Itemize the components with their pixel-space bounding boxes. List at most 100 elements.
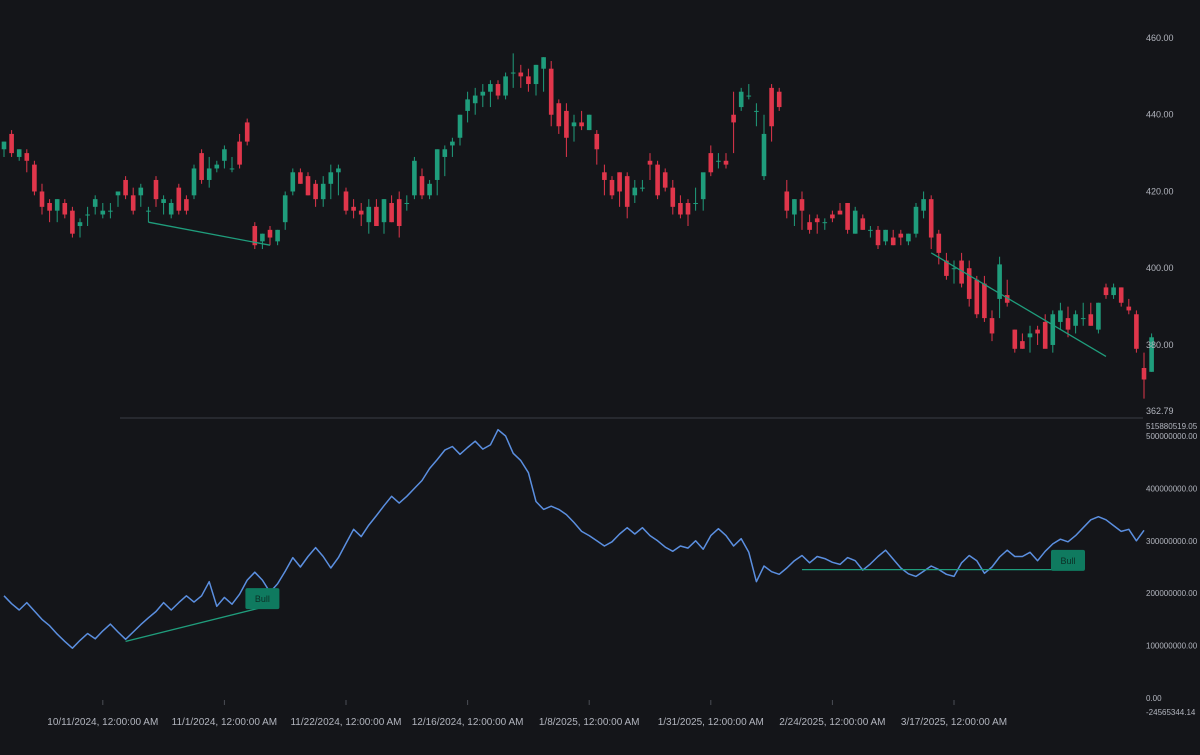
candle-body bbox=[298, 172, 303, 184]
candle-body bbox=[966, 268, 972, 299]
candle-body bbox=[913, 206, 919, 234]
price-tick-label: 380.00 bbox=[1146, 340, 1174, 350]
candle-body bbox=[206, 168, 212, 180]
candle-body bbox=[1134, 314, 1139, 349]
candle-body bbox=[290, 172, 296, 192]
candle-body bbox=[275, 229, 280, 242]
candle bbox=[913, 202, 919, 238]
candle-body bbox=[70, 210, 75, 234]
bull-badge-label: Bull bbox=[255, 594, 270, 604]
time-tick-label: 1/31/2025, 12:00:00 AM bbox=[658, 717, 764, 728]
candle-body bbox=[336, 168, 341, 173]
bull-badge-label: Bull bbox=[1060, 556, 1075, 566]
candle-body bbox=[92, 199, 98, 207]
candle-body bbox=[868, 229, 873, 231]
candle-body bbox=[260, 233, 265, 242]
chart-svg[interactable]: Bull Bull 460.00 440.00 420.00 400.00 380.00 3… bbox=[0, 0, 1200, 750]
candle-body bbox=[32, 164, 37, 192]
candle-body bbox=[199, 153, 204, 180]
candle-body bbox=[358, 210, 364, 215]
candle-body bbox=[305, 176, 311, 196]
candle-body bbox=[503, 76, 508, 96]
chart-container[interactable]: Bull Bull 460.00 440.00 420.00 400.00 380.00 3… bbox=[0, 0, 1200, 750]
time-tick-label: 11/1/2024, 12:00:00 AM bbox=[172, 717, 277, 728]
candle-body bbox=[579, 122, 584, 127]
candle-body bbox=[526, 76, 531, 85]
candle-body bbox=[746, 95, 752, 97]
candle-body bbox=[472, 95, 478, 104]
candle bbox=[503, 72, 508, 100]
candle bbox=[252, 222, 258, 250]
candle-body bbox=[427, 183, 432, 196]
price-tick-label: 460.00 bbox=[1146, 33, 1174, 43]
candle-body bbox=[495, 84, 501, 96]
candle-body bbox=[564, 110, 569, 138]
candle-body bbox=[1111, 287, 1116, 296]
candle-body bbox=[313, 183, 318, 200]
candle bbox=[176, 183, 182, 215]
time-tick-label: 12/16/2024, 12:00:00 AM bbox=[412, 717, 524, 728]
candle-body bbox=[47, 202, 52, 211]
candle bbox=[852, 206, 858, 234]
candle-body bbox=[457, 114, 463, 138]
candle-body bbox=[845, 202, 850, 230]
indicator-tick-label: 400000000.00 bbox=[1146, 484, 1198, 493]
candle-body bbox=[488, 84, 493, 92]
candle-body bbox=[731, 114, 736, 123]
candle-body bbox=[229, 168, 235, 170]
candle-body bbox=[54, 199, 60, 211]
candle-body bbox=[115, 191, 121, 196]
candle-body bbox=[754, 110, 759, 112]
time-tick-label: 3/17/2025, 12:00:00 AM bbox=[901, 717, 1007, 728]
candle-body bbox=[328, 172, 334, 184]
candle-body bbox=[624, 176, 630, 207]
candle bbox=[191, 164, 197, 200]
candle-body bbox=[366, 206, 372, 223]
candle-body bbox=[837, 210, 843, 215]
candle-body bbox=[161, 199, 166, 203]
candle bbox=[974, 275, 980, 319]
candle-body bbox=[951, 268, 957, 270]
candle-body bbox=[617, 172, 622, 192]
candle-body bbox=[510, 72, 516, 74]
candle-body bbox=[822, 222, 828, 224]
candle-body bbox=[640, 187, 645, 189]
candle-body bbox=[1027, 333, 1033, 338]
candle-body bbox=[1058, 310, 1063, 322]
candle-body bbox=[769, 87, 774, 127]
candle-body bbox=[442, 149, 448, 157]
candle-body bbox=[237, 141, 242, 165]
candle-body bbox=[1103, 287, 1109, 296]
candle-body bbox=[989, 318, 995, 334]
candle-body bbox=[662, 172, 668, 188]
indicator-tick-label: 100000000.00 bbox=[1146, 642, 1198, 651]
candle-body bbox=[39, 191, 45, 207]
candle-body bbox=[1141, 367, 1147, 380]
candle-body bbox=[670, 187, 676, 207]
candle-body bbox=[716, 160, 721, 162]
candle bbox=[9, 130, 14, 157]
price-tick-label: 420.00 bbox=[1146, 186, 1174, 196]
candle bbox=[1134, 310, 1139, 353]
candle-body bbox=[450, 141, 455, 146]
candle bbox=[199, 149, 204, 184]
indicator-tick-label: 200000000.00 bbox=[1146, 589, 1198, 598]
candle-body bbox=[146, 210, 151, 212]
candle-body bbox=[533, 64, 539, 85]
candle-body bbox=[123, 179, 128, 196]
candle-body bbox=[108, 210, 113, 212]
candle-body bbox=[814, 218, 820, 223]
candle-body bbox=[830, 214, 835, 219]
candle-body bbox=[647, 160, 653, 165]
candle-body bbox=[1050, 314, 1056, 345]
candle-body bbox=[381, 199, 387, 223]
candle-body bbox=[982, 283, 987, 319]
candle bbox=[1096, 302, 1101, 334]
candle-body bbox=[1073, 314, 1078, 326]
bull-badge: Bull bbox=[1051, 549, 1085, 571]
price-tick-label: 440.00 bbox=[1146, 110, 1174, 120]
candle-body bbox=[404, 202, 410, 204]
candle-body bbox=[1, 141, 7, 150]
candle-body bbox=[1042, 321, 1048, 349]
indicator-tick-label: 300000000.00 bbox=[1146, 537, 1198, 546]
